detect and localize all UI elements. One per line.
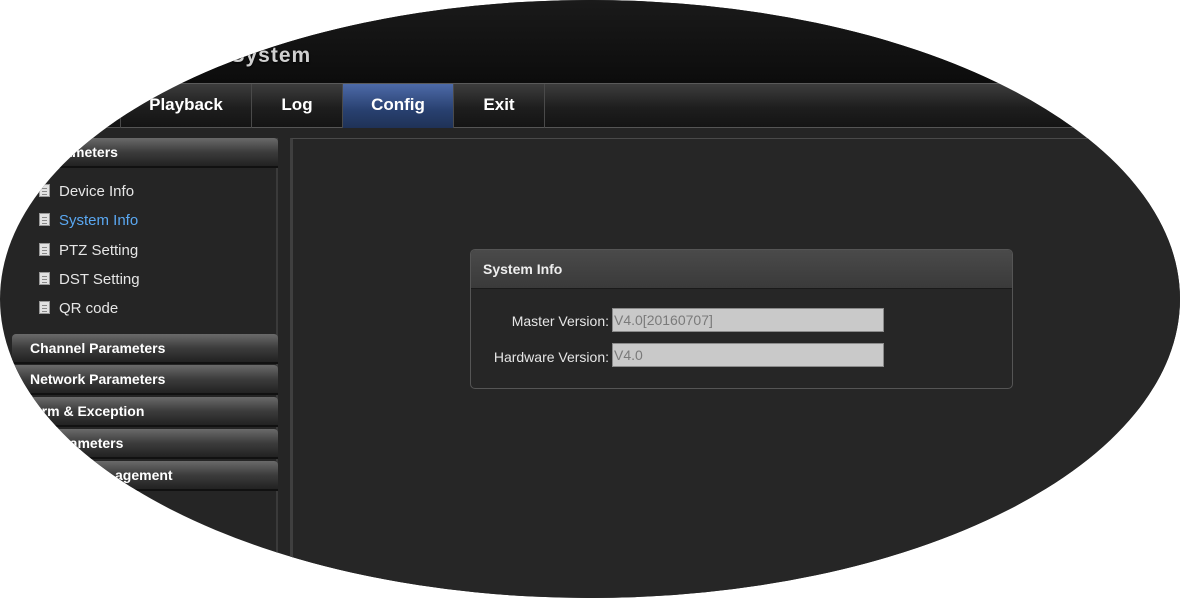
sidebar-item-label: System Info xyxy=(59,212,139,229)
sidebar: c Parameters Device Info System Info PTZ… xyxy=(12,138,278,598)
sidebar-item-label: Device Info xyxy=(59,183,135,200)
system-info-panel: System Info Master Version: Hardware Ver… xyxy=(470,249,1013,389)
document-icon xyxy=(39,272,50,285)
document-icon xyxy=(39,213,50,226)
app-header: ng System xyxy=(0,0,1180,83)
sidebar-item-label: QR code xyxy=(59,300,119,317)
sidebar-item-system-info[interactable]: System Info xyxy=(39,210,138,232)
sidebar-item-device-info[interactable]: Device Info xyxy=(39,181,134,203)
app-title: ng System xyxy=(196,44,312,67)
nav-playback[interactable]: Playback xyxy=(121,84,252,128)
sidebar-item-label: DST Setting xyxy=(59,271,140,288)
master-version-field[interactable] xyxy=(612,308,884,332)
sidebar-item-dst-setting[interactable]: DST Setting xyxy=(39,269,140,291)
document-icon xyxy=(39,243,50,256)
sidebar-section-channel-parameters[interactable]: Channel Parameters xyxy=(12,334,278,364)
panel-title: System Info xyxy=(471,250,1012,289)
sidebar-section-management[interactable]: agement xyxy=(12,461,278,491)
hardware-version-field[interactable] xyxy=(612,343,884,367)
top-nav: Playback Log Config Exit xyxy=(0,83,1180,128)
app-window: ng System Playback Log Config Exit c Par… xyxy=(0,0,1180,598)
sidebar-section-event-parameters[interactable]: nt Parameters xyxy=(12,429,278,459)
document-icon xyxy=(39,184,50,197)
sidebar-item-label: PTZ Setting xyxy=(59,242,139,259)
sidebar-section-alarm-exception[interactable]: larm & Exception xyxy=(12,397,278,427)
nav-config[interactable]: Config xyxy=(343,84,454,128)
nav-exit[interactable]: Exit xyxy=(454,84,545,128)
screen-frame: ng System Playback Log Config Exit c Par… xyxy=(0,0,1180,599)
sidebar-item-qr-code[interactable]: QR code xyxy=(39,298,118,320)
sidebar-item-ptz-setting[interactable]: PTZ Setting xyxy=(39,240,138,262)
sidebar-section-network-parameters[interactable]: Network Parameters xyxy=(12,365,278,395)
master-version-label: Master Version: xyxy=(511,313,609,329)
sidebar-section-basic-parameters[interactable]: c Parameters xyxy=(12,138,278,168)
hardware-version-label: Hardware Version: xyxy=(493,349,609,365)
nav-log[interactable]: Log xyxy=(252,84,343,128)
document-icon xyxy=(39,301,50,314)
